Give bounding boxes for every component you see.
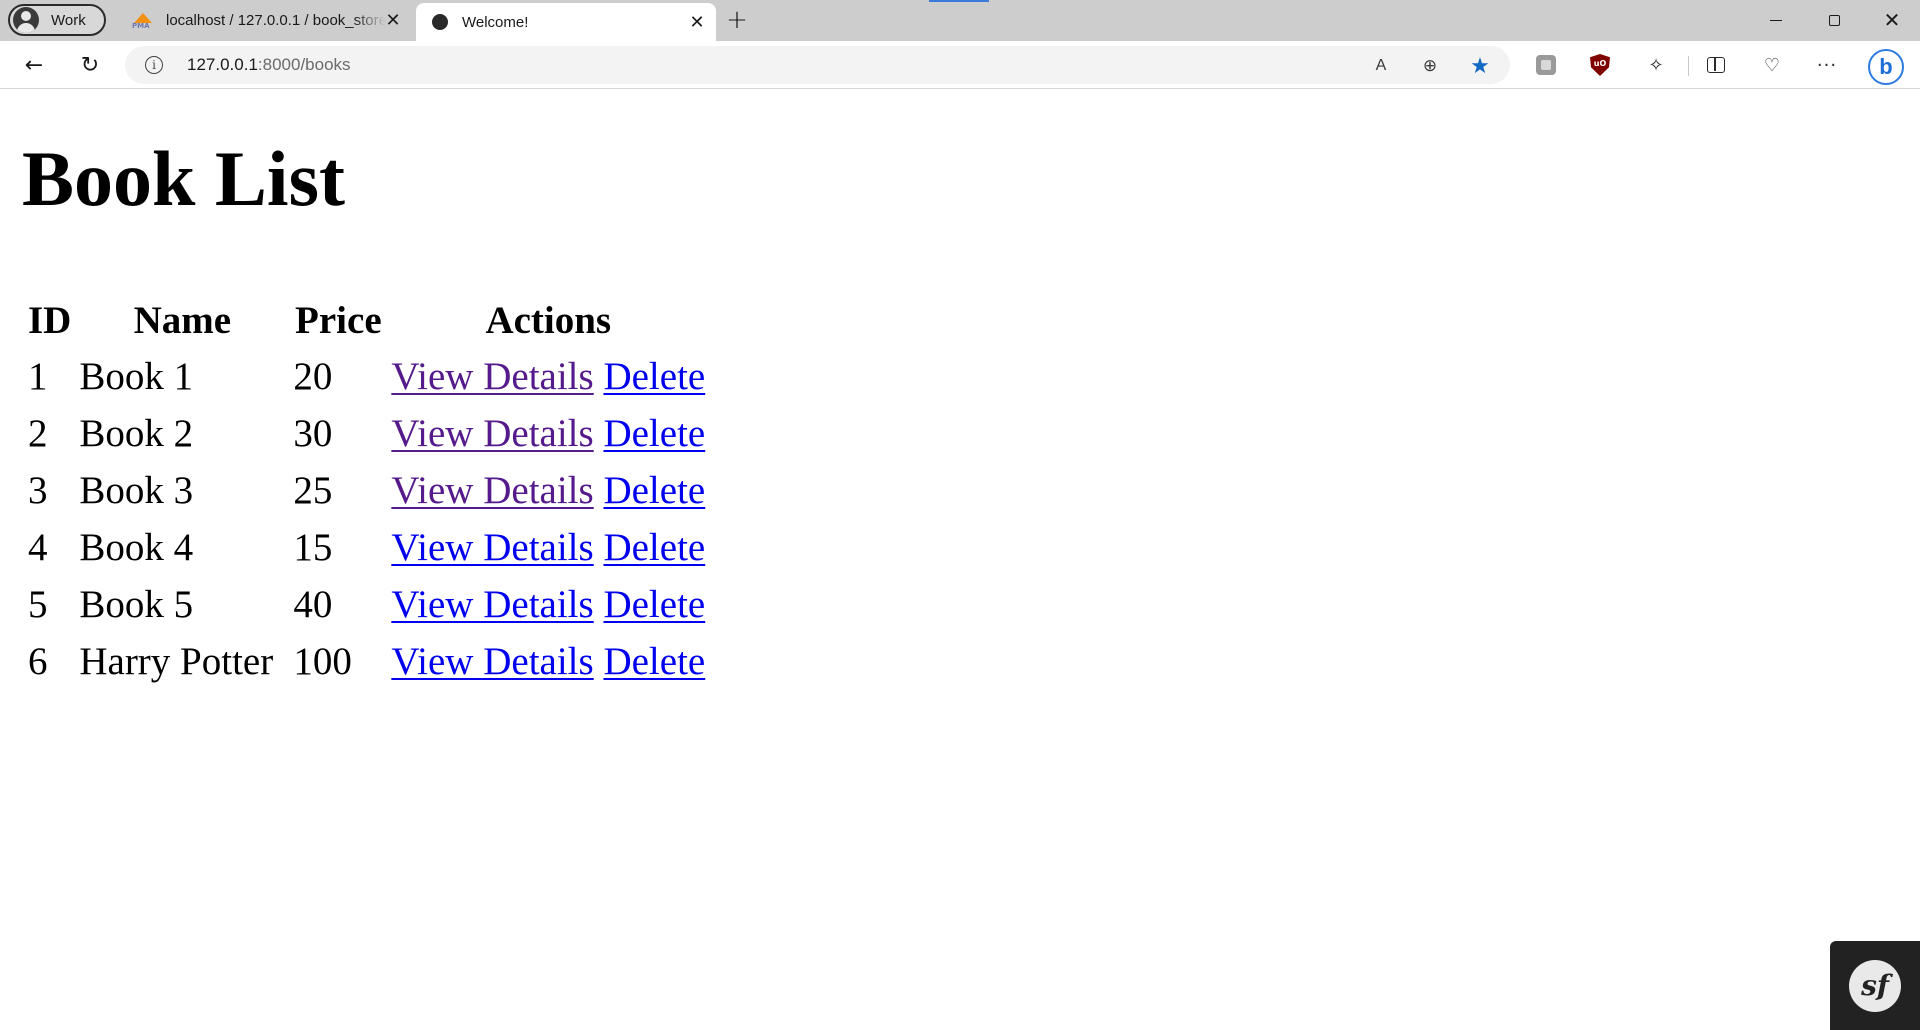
cell-price: 100	[293, 640, 352, 684]
cell-id: 3	[28, 469, 48, 513]
symfony-logo-icon: sf	[1849, 959, 1901, 1012]
delete-link[interactable]: Delete	[603, 412, 705, 455]
page-content: Book List ID Name Price Actions 1 Book 1…	[0, 90, 1920, 1030]
cell-name: Book 1	[79, 355, 194, 399]
view-details-link[interactable]: View Details	[391, 526, 593, 569]
extensions-puzzle-icon[interactable]: ✧	[1643, 52, 1669, 78]
url-host: 127.0.0.1	[187, 55, 258, 74]
profile-label: Work	[51, 11, 86, 29]
view-details-link[interactable]: View Details	[391, 469, 593, 512]
cell-name: Harry Potter	[79, 640, 274, 684]
header-actions: Actions	[485, 298, 612, 342]
close-icon[interactable]: ✕	[686, 11, 708, 33]
cell-price: 15	[293, 526, 333, 570]
toolbar-divider	[1688, 56, 1689, 76]
bing-icon: b	[1868, 49, 1904, 85]
delete-link[interactable]: Delete	[603, 526, 705, 569]
view-details-link[interactable]: View Details	[391, 583, 593, 626]
delete-link[interactable]: Delete	[603, 469, 705, 512]
table-row: 6 Harry Potter 100 View Details Delete	[28, 637, 705, 688]
split-screen-shape	[1707, 57, 1725, 73]
minimize-icon	[1770, 19, 1782, 21]
avatar	[13, 7, 39, 33]
restore-icon	[1828, 14, 1840, 26]
phpmyadmin-icon	[132, 12, 154, 30]
table-row: 4 Book 4 15 View Details Delete	[28, 523, 705, 574]
reload-button[interactable]: ↻	[73, 48, 107, 82]
zoom-icon[interactable]: ⊕	[1417, 53, 1443, 79]
close-icon[interactable]: ✕	[382, 10, 404, 32]
profile-button[interactable]: Work	[8, 4, 106, 36]
table-row: 5 Book 5 40 View Details Delete	[28, 580, 705, 631]
ublock-shield-icon: uO	[1590, 54, 1610, 76]
book-table: ID Name Price Actions 1 Book 1 20 View D…	[20, 290, 713, 694]
back-button[interactable]: ←	[17, 48, 51, 82]
delete-link[interactable]: Delete	[603, 583, 705, 626]
delete-link[interactable]: Delete	[603, 640, 705, 683]
header-id: ID	[28, 298, 72, 342]
view-details-link[interactable]: View Details	[391, 640, 593, 683]
view-details-link[interactable]: View Details	[391, 412, 593, 455]
tab-title: Welcome!	[462, 13, 529, 31]
table-row: 2 Book 2 30 View Details Delete	[28, 409, 705, 460]
cell-name: Book 4	[79, 526, 194, 570]
url-text[interactable]: 127.0.0.1:8000/books	[187, 55, 351, 75]
close-icon: ✕	[1883, 8, 1901, 32]
cell-price: 40	[293, 583, 333, 627]
cell-actions: View Details Delete	[391, 409, 705, 460]
view-details-link[interactable]: View Details	[391, 355, 593, 398]
header-price: Price	[295, 298, 382, 342]
cell-actions: View Details Delete	[391, 466, 705, 517]
minimize-button[interactable]	[1748, 0, 1804, 40]
tab-strip: Work localhost / 127.0.0.1 / book_store …	[0, 0, 1920, 41]
symfony-dot-icon	[432, 14, 448, 30]
cell-price: 20	[293, 355, 333, 399]
restore-button[interactable]	[1806, 0, 1862, 40]
browser-essentials-icon[interactable]: ♡	[1759, 52, 1785, 78]
cell-name: Book 5	[79, 583, 194, 627]
delete-link[interactable]: Delete	[603, 355, 705, 398]
table-header-row: ID Name Price Actions	[28, 296, 705, 346]
more-menu-icon[interactable]: ···	[1814, 52, 1840, 78]
table-row: 3 Book 3 25 View Details Delete	[28, 466, 705, 517]
tab-title: localhost / 127.0.0.1 / book_store	[166, 12, 386, 29]
cell-id: 6	[28, 640, 48, 684]
symfony-toolbar-toggle[interactable]: sf	[1830, 941, 1920, 1030]
page-title: Book List	[22, 135, 345, 222]
copilot-button[interactable]: b	[1866, 47, 1906, 87]
cell-id: 2	[28, 412, 48, 456]
extension-grey-icon	[1536, 55, 1556, 75]
tab-phpmyadmin[interactable]: localhost / 127.0.0.1 / book_store ✕	[120, 0, 412, 41]
read-aloud-icon[interactable]: A	[1368, 53, 1394, 79]
header-name: Name	[133, 298, 232, 342]
close-window-button[interactable]: ✕	[1864, 0, 1920, 40]
cell-id: 4	[28, 526, 48, 570]
address-bar[interactable]: i 127.0.0.1:8000/books A ⊕ ★	[125, 46, 1510, 84]
cell-actions: View Details Delete	[391, 352, 705, 403]
tab-strip-accent	[929, 0, 989, 2]
cell-actions: View Details Delete	[391, 580, 705, 631]
cell-actions: View Details Delete	[391, 637, 705, 688]
cell-price: 25	[293, 469, 333, 513]
url-path: :8000/books	[257, 55, 351, 74]
split-screen-icon[interactable]	[1703, 52, 1729, 78]
cell-price: 30	[293, 412, 333, 456]
favorite-star-icon[interactable]: ★	[1467, 53, 1493, 79]
toolbar: ← ↻ i 127.0.0.1:8000/books A ⊕ ★ uO ✧ ♡ …	[0, 41, 1920, 89]
cell-actions: View Details Delete	[391, 523, 705, 574]
site-info-icon[interactable]: i	[145, 56, 163, 74]
cell-id: 5	[28, 583, 48, 627]
ublock-icon[interactable]: uO	[1587, 52, 1613, 78]
extension-icon[interactable]	[1533, 52, 1559, 78]
cell-id: 1	[28, 355, 48, 399]
tab-welcome[interactable]: Welcome! ✕	[416, 3, 716, 41]
table-row: 1 Book 1 20 View Details Delete	[28, 352, 705, 403]
new-tab-button[interactable]: +	[722, 5, 752, 35]
cell-name: Book 2	[79, 412, 194, 456]
cell-name: Book 3	[79, 469, 194, 513]
